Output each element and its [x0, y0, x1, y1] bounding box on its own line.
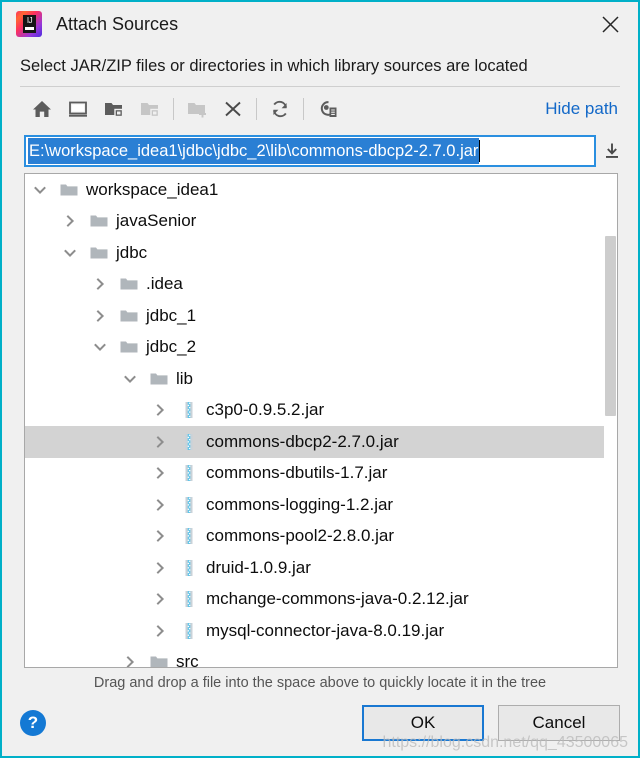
tree-scrollbar-thumb[interactable] — [605, 236, 616, 416]
toolbar-divider-1 — [173, 98, 174, 120]
tree-row-label: mchange-commons-java-0.2.12.jar — [206, 589, 469, 609]
tree-scrollbar[interactable] — [604, 174, 617, 667]
refresh-icon[interactable] — [262, 92, 298, 126]
tree-row-label: commons-dbcp2-2.7.0.jar — [206, 431, 399, 451]
home-icon[interactable] — [24, 92, 60, 126]
folder-icon — [55, 180, 83, 200]
chevron-down-icon[interactable] — [25, 183, 55, 197]
folder-icon — [145, 369, 173, 389]
tree-row[interactable]: jdbc_2 — [25, 332, 617, 364]
tree-row-label: commons-pool2-2.8.0.jar — [206, 526, 395, 546]
tree-row-label: workspace_idea1 — [86, 179, 219, 199]
tree-row-label: jdbc — [116, 242, 148, 262]
file-chooser-toolbar: Hide path — [2, 87, 638, 131]
folder-icon — [115, 274, 143, 294]
close-button[interactable] — [588, 4, 632, 44]
tree-row[interactable]: commons-dbutils-1.7.jar — [25, 458, 617, 490]
window-title: Attach Sources — [56, 13, 179, 34]
chevron-right-icon[interactable] — [145, 435, 175, 449]
ok-button[interactable]: OK — [362, 705, 484, 741]
dialog-prompt: Select JAR/ZIP files or directories in w… — [20, 56, 528, 75]
attach-sources-dialog: IJ Attach Sources Select JAR/ZIP files o… — [0, 0, 640, 758]
path-input[interactable]: E:\workspace_idea1\jdbc\jdbc_2\lib\commo… — [24, 135, 596, 167]
directory-tree[interactable]: workspace_idea1 javaSenior jdbc .idea jdbc_1… — [25, 174, 617, 667]
tree-row[interactable]: jdbc_1 — [25, 300, 617, 332]
tree-row-label: lib — [176, 368, 194, 388]
tree-row[interactable]: lib — [25, 363, 617, 395]
tree-row[interactable]: mysql-connector-java-8.0.19.jar — [25, 615, 617, 647]
tree-row[interactable]: c3p0-0.9.5.2.jar — [25, 395, 617, 427]
drag-drop-hint: Drag and drop a file into the space abov… — [93, 675, 547, 691]
chevron-down-icon[interactable] — [115, 372, 145, 386]
help-button[interactable]: ? — [20, 710, 46, 736]
chevron-right-icon[interactable] — [145, 498, 175, 512]
tree-row[interactable]: mchange-commons-java-0.2.12.jar — [25, 584, 617, 616]
jar-archive-icon — [175, 558, 203, 578]
chevron-right-icon[interactable] — [145, 561, 175, 575]
tree-row-label: mysql-connector-java-8.0.19.jar — [206, 620, 445, 640]
chevron-right-icon[interactable] — [145, 529, 175, 543]
folder-icon — [145, 652, 173, 667]
tree-row[interactable]: druid-1.0.9.jar — [25, 552, 617, 584]
tree-row-label: javaSenior — [116, 211, 197, 231]
jar-archive-icon — [175, 526, 203, 546]
chevron-right-icon[interactable] — [85, 277, 115, 291]
tree-row-label: c3p0-0.9.5.2.jar — [206, 400, 325, 420]
chevron-right-icon[interactable] — [145, 403, 175, 417]
show-hidden-files-icon[interactable] — [309, 92, 345, 126]
chevron-right-icon[interactable] — [85, 309, 115, 323]
tree-row-label: commons-dbutils-1.7.jar — [206, 463, 388, 483]
download-arrow-icon[interactable] — [596, 135, 628, 167]
jar-archive-icon — [175, 589, 203, 609]
desktop-icon[interactable] — [60, 92, 96, 126]
tree-row-label: jdbc_2 — [146, 337, 197, 357]
tree-row[interactable]: jdbc — [25, 237, 617, 269]
path-input-value: E:\workspace_idea1\jdbc\jdbc_2\lib\commo… — [28, 138, 480, 164]
hide-path-link[interactable]: Hide path — [545, 99, 622, 119]
tree-row-label: .idea — [146, 274, 183, 294]
project-folder-icon[interactable] — [96, 92, 132, 126]
jar-archive-icon — [175, 621, 203, 641]
jar-archive-icon — [175, 432, 203, 452]
cancel-button[interactable]: Cancel — [498, 705, 620, 741]
tree-row-label: src — [176, 652, 199, 667]
tree-row-label: commons-logging-1.2.jar — [206, 494, 394, 514]
folder-icon — [85, 243, 113, 263]
folder-icon — [85, 211, 113, 231]
tree-row[interactable]: workspace_idea1 — [25, 174, 617, 206]
tree-row[interactable]: src — [25, 647, 617, 667]
chevron-right-icon[interactable] — [145, 466, 175, 480]
delete-icon[interactable] — [215, 92, 251, 126]
toolbar-divider-2 — [256, 98, 257, 120]
intellij-idea-logo-icon: IJ — [16, 11, 42, 37]
text-caret — [479, 140, 481, 162]
chevron-right-icon[interactable] — [55, 214, 85, 228]
tree-row[interactable]: commons-logging-1.2.jar — [25, 489, 617, 521]
path-field-row: E:\workspace_idea1\jdbc\jdbc_2\lib\commo… — [2, 131, 638, 171]
chevron-down-icon[interactable] — [85, 340, 115, 354]
jar-archive-icon — [175, 495, 203, 515]
jar-archive-icon — [175, 400, 203, 420]
tree-row-label: jdbc_1 — [146, 305, 197, 325]
title-bar: IJ Attach Sources — [2, 2, 638, 46]
dialog-button-bar: ? OK Cancel https://blog.csdn.net/qq_435… — [2, 698, 638, 756]
chevron-down-icon[interactable] — [55, 246, 85, 260]
jar-archive-icon — [175, 463, 203, 483]
directory-tree-panel: workspace_idea1 javaSenior jdbc .idea jdbc_1… — [24, 173, 618, 668]
tree-row[interactable]: commons-pool2-2.8.0.jar — [25, 521, 617, 553]
new-folder-icon — [179, 92, 215, 126]
folder-icon — [115, 337, 143, 357]
tree-row-label: druid-1.0.9.jar — [206, 557, 311, 577]
chevron-right-icon[interactable] — [145, 592, 175, 606]
tree-row[interactable]: javaSenior — [25, 206, 617, 238]
folder-icon — [115, 306, 143, 326]
toolbar-divider-3 — [303, 98, 304, 120]
tree-row[interactable]: .idea — [25, 269, 617, 301]
tree-row[interactable]: commons-dbcp2-2.7.0.jar — [25, 426, 617, 458]
module-folder-icon — [132, 92, 168, 126]
chevron-right-icon[interactable] — [115, 655, 145, 667]
chevron-right-icon[interactable] — [145, 624, 175, 638]
